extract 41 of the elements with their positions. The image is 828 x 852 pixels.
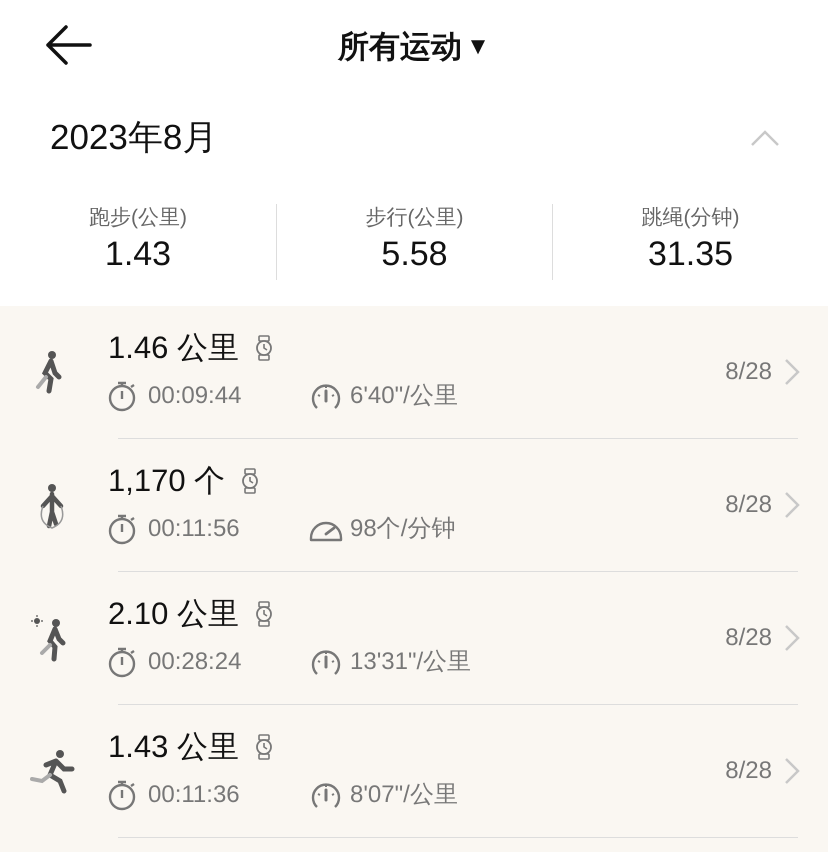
- summary-label: 跳绳(分钟): [642, 205, 740, 231]
- activity-date: 8/28: [725, 623, 772, 653]
- stopwatch-icon: [108, 646, 138, 678]
- summary-value: 31.35: [648, 234, 734, 275]
- chevron-right-icon: [784, 491, 800, 519]
- watch-icon: [254, 601, 273, 627]
- summary-value: 5.58: [381, 234, 448, 275]
- activity-amount: 1,170 个: [108, 463, 226, 499]
- activity-amount: 2.10 公里: [108, 596, 239, 632]
- activity-amount: 1.46 公里: [108, 330, 239, 366]
- activity-duration: 00:28:24: [148, 647, 242, 677]
- summary-label: 跑步(公里): [89, 205, 187, 231]
- activity-date: 8/28: [725, 490, 772, 520]
- activity-rate: 6'40"/公里: [350, 381, 458, 411]
- activity-amount: 1.43 公里: [108, 729, 239, 765]
- activity-date: 8/28: [725, 756, 772, 786]
- activity-rate: 98个/分钟: [350, 514, 456, 544]
- activity-duration: 00:09:44: [148, 381, 242, 411]
- activity-duration: 00:11:56: [148, 514, 240, 544]
- activity-row[interactable]: 1.43 公里 00:11:36 8'07"/公里 8/28: [0, 705, 828, 837]
- watch-icon: [241, 468, 260, 494]
- chevron-right-icon: [784, 757, 800, 785]
- back-icon[interactable]: [44, 25, 92, 65]
- activity-row[interactable]: 1.46 公里 00:09:44 6'40"/公里 8/28: [0, 306, 828, 438]
- activity-duration: 00:11:36: [148, 780, 240, 810]
- activity-rate: 13'31"/公里: [350, 647, 472, 677]
- month-label: 2023年8月: [50, 116, 218, 159]
- activity-type-dropdown[interactable]: 所有运动▼: [338, 24, 490, 70]
- stopwatch-icon: [108, 380, 138, 412]
- activity-row[interactable]: 2.10 公里 00:28:24 13'31"/公里 8/28: [0, 572, 828, 704]
- chevron-right-icon: [784, 624, 800, 652]
- activity-row[interactable]: 1,170 个 00:11:56 98个/分钟 8/28: [0, 439, 828, 571]
- stopwatch-icon: [108, 514, 138, 544]
- stopwatch-icon: [108, 780, 138, 810]
- summary-value: 1.43: [104, 234, 172, 275]
- watch-icon: [254, 734, 273, 760]
- watch-icon: [254, 335, 273, 361]
- chevron-right-icon: [784, 358, 800, 386]
- summary-label: 步行(公里): [366, 205, 464, 231]
- activity-date: 8/28: [725, 357, 772, 387]
- activity-rate: 8'07"/公里: [350, 780, 458, 810]
